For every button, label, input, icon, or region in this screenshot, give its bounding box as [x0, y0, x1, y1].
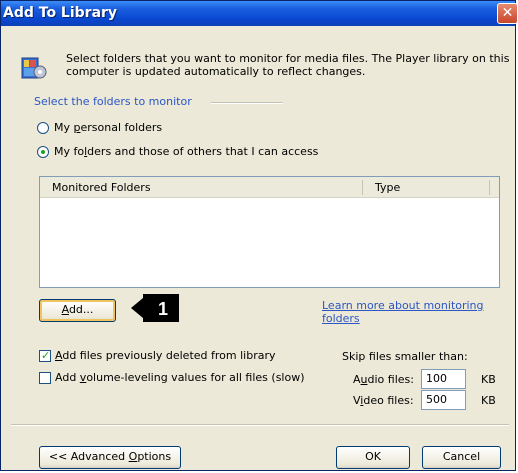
cancel-button[interactable]: Cancel [422, 446, 501, 469]
callout-badge: 1 [131, 294, 179, 322]
audio-unit-label: KB [481, 373, 496, 386]
checkmark-icon: ✓ [41, 348, 51, 362]
audio-size-input[interactable]: 100 [421, 369, 466, 389]
column-header-type[interactable]: Type [375, 181, 400, 194]
radio-my-personal-folders[interactable]: My personal folders [37, 121, 162, 134]
window-title: Add To Library [3, 5, 118, 21]
checkbox[interactable] [39, 371, 51, 384]
ok-button[interactable]: OK [336, 446, 410, 469]
remove-button-disabled [180, 301, 204, 321]
radio-label: My personal folders [54, 121, 163, 134]
intro-text: Select folders that you want to monitor … [66, 52, 510, 78]
section-separator [211, 102, 283, 104]
advanced-options-button[interactable]: << Advanced Options [39, 446, 181, 469]
monitored-folders-list[interactable]: Monitored Folders Type [39, 176, 500, 288]
checkbox-add-deleted-files[interactable]: ✓ Add files previously deleted from libr… [39, 349, 276, 362]
column-divider[interactable] [489, 180, 490, 195]
video-size-input[interactable]: 500 [421, 390, 466, 410]
radio-button[interactable] [37, 121, 49, 134]
footer-separator [11, 424, 509, 426]
checkbox-label: Add volume-leveling values for all files… [55, 371, 305, 384]
column-header-monitored-folders[interactable]: Monitored Folders [52, 181, 151, 194]
list-header: Monitored Folders Type [40, 177, 499, 198]
learn-more-link[interactable]: Learn more about monitoring folders [322, 299, 515, 325]
close-icon: ✕ [501, 5, 514, 21]
radio-button-selected[interactable] [37, 145, 49, 158]
column-divider[interactable] [362, 180, 363, 195]
video-unit-label: KB [481, 394, 496, 407]
checkbox-add-volume-leveling[interactable]: Add volume-leveling values for all files… [39, 371, 305, 384]
checkbox[interactable]: ✓ [39, 348, 51, 362]
radio-my-folders-and-others[interactable]: My folders and those of others that I ca… [37, 145, 318, 158]
add-to-library-dialog: Add To Library ✕ Select folders that you… [0, 0, 518, 471]
skip-files-label: Skip files smaller than: [342, 350, 468, 363]
monitor-section-label: Select the folders to monitor [34, 95, 192, 108]
close-button[interactable]: ✕ [497, 3, 518, 24]
add-button[interactable]: Add... [39, 299, 116, 322]
media-library-icon [21, 57, 47, 79]
video-files-label: Video files: [353, 394, 414, 407]
checkbox-label: Add files previously deleted from librar… [55, 349, 276, 362]
audio-files-label: Audio files: [353, 373, 414, 386]
radio-label: My folders and those of others that I ca… [54, 145, 319, 158]
title-bar[interactable]: Add To Library ✕ [1, 1, 518, 26]
callout-number: 1 [158, 299, 168, 319]
